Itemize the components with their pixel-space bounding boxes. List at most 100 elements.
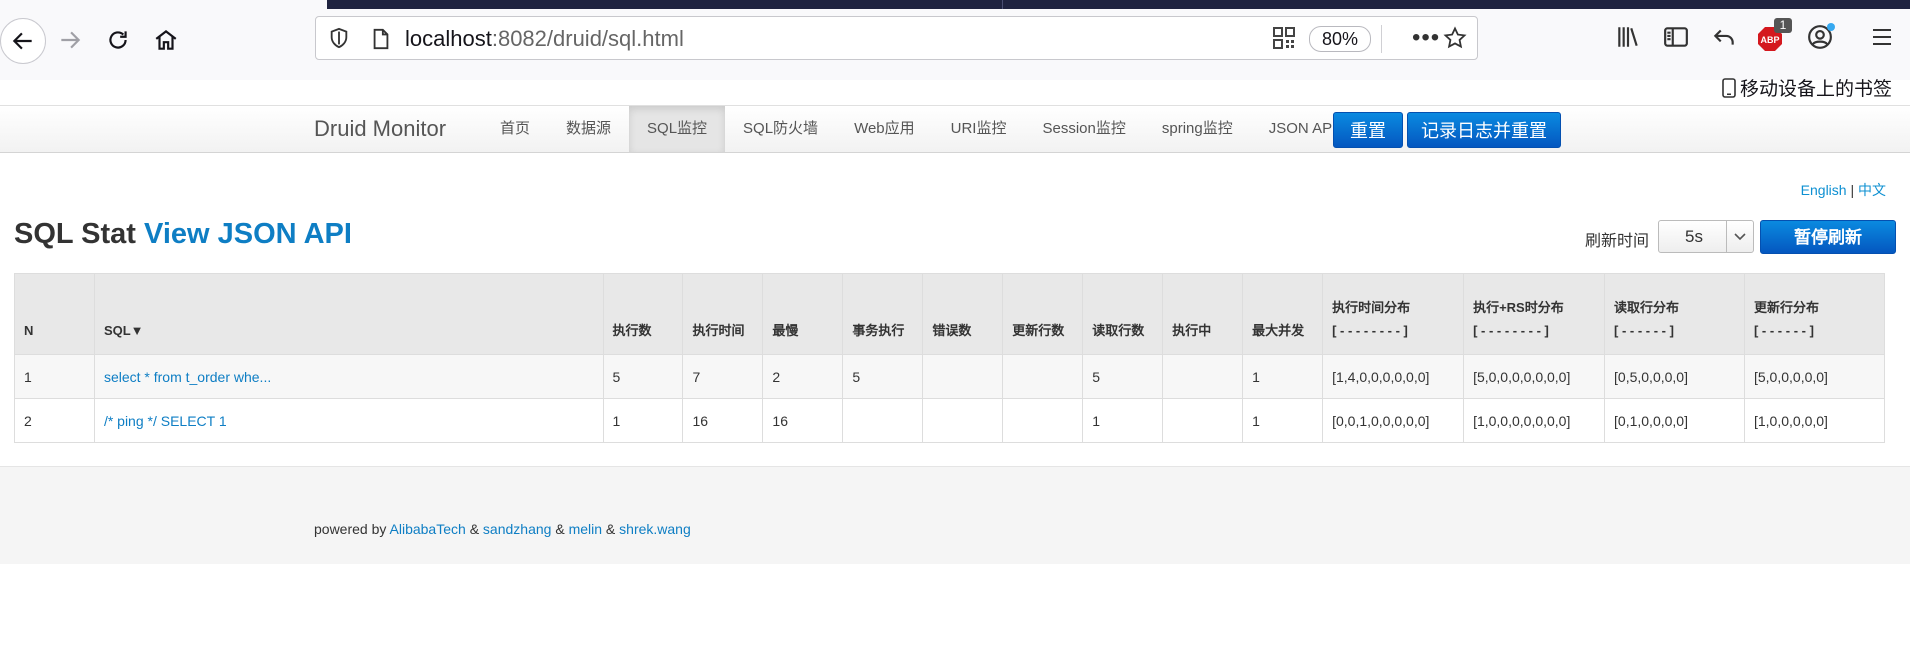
address-bar[interactable]: localhost:8082/druid/sql.html 80% ••• <box>315 16 1478 60</box>
col-header-update-rows[interactable]: 更新行数 <box>1002 273 1084 355</box>
zoom-level[interactable]: 80% <box>1309 26 1371 52</box>
cell-sql-link[interactable]: /* ping */ SELECT 1 <box>93 398 604 443</box>
cell-exec-time: 16 <box>682 398 764 443</box>
forward-button[interactable] <box>48 18 92 62</box>
dist-header-title: 执行+RS时分布 <box>1473 300 1564 315</box>
cell-update-row-dist: [5,0,0,0,0,0] <box>1743 354 1886 399</box>
cell-exec-time-dist: [1,4,0,0,0,0,0,0] <box>1322 354 1465 399</box>
lang-chinese-link[interactable]: 中文 <box>1858 182 1886 198</box>
shield-icon[interactable] <box>328 27 350 49</box>
pause-refresh-button[interactable]: 暂停刷新 <box>1760 220 1896 254</box>
refresh-interval-value: 5s <box>1685 227 1703 246</box>
lang-english-link[interactable]: English <box>1801 182 1847 198</box>
col-header-exec-time[interactable]: 执行时间 <box>682 273 764 355</box>
star-icon[interactable] <box>1443 26 1467 50</box>
qr-code-icon[interactable] <box>1272 26 1296 50</box>
refresh-interval-select[interactable]: 5s <box>1658 220 1754 253</box>
col-header-max-concurrent[interactable]: 最大并发 <box>1242 273 1324 355</box>
nav-item-sql-monitor[interactable]: SQL监控 <box>629 106 726 152</box>
urlbar-separator <box>1381 25 1382 53</box>
col-header-exec-time-dist[interactable]: 执行时间分布 [ - - - - - - - - ] <box>1322 273 1465 355</box>
cell-read-row-dist: [0,5,0,0,0,0] <box>1604 354 1745 399</box>
reload-icon <box>109 31 127 49</box>
cell-update-row-dist: [1,0,0,0,0,0] <box>1743 398 1886 443</box>
col-header-tx-exec[interactable]: 事务执行 <box>842 273 924 355</box>
cell-running <box>1162 354 1244 399</box>
arrow-left-icon <box>12 32 32 50</box>
footer-credits: powered by AlibabaTech & sandzhang & mel… <box>314 521 691 537</box>
hamburger-menu-icon[interactable] <box>1870 24 1894 50</box>
cell-slowest: 16 <box>762 398 844 443</box>
cell-slowest: 2 <box>762 354 844 399</box>
footer-amp: & <box>555 521 565 537</box>
col-header-slowest[interactable]: 最慢 <box>762 273 844 355</box>
back-button[interactable] <box>0 18 46 64</box>
nav-item-web-app[interactable]: Web应用 <box>836 106 933 152</box>
home-button[interactable] <box>144 18 188 62</box>
druid-navbar: Druid Monitor 首页 数据源 SQL监控 SQL防火墙 Web应用 … <box>0 105 1910 153</box>
url-text[interactable]: localhost:8082/druid/sql.html <box>405 26 684 52</box>
page-icon[interactable] <box>370 27 392 51</box>
footer-amp: & <box>605 521 616 537</box>
col-header-update-row-dist[interactable]: 更新行分布 [ - - - - - - ] <box>1743 273 1886 355</box>
account-notification-dot <box>1827 23 1835 31</box>
cell-exec-rs-dist: [5,0,0,0,0,0,0,0] <box>1463 354 1606 399</box>
log-and-reset-button[interactable]: 记录日志并重置 <box>1407 112 1561 148</box>
nav-item-uri-monitor[interactable]: URI监控 <box>933 106 1025 152</box>
footer-link-alibabatech[interactable]: AlibabaTech <box>390 521 466 537</box>
footer-link-melin[interactable]: melin <box>569 521 602 537</box>
view-json-api-link[interactable]: View JSON API <box>144 218 352 250</box>
cell-sql-link[interactable]: select * from t_order whe... <box>93 354 604 399</box>
nav-item-datasource[interactable]: 数据源 <box>548 106 629 152</box>
dist-header-sub: [ - - - - - - - - ] <box>1473 323 1549 338</box>
col-header-read-row-dist[interactable]: 读取行分布 [ - - - - - - ] <box>1604 273 1745 355</box>
lang-separator: | <box>1850 182 1855 198</box>
select-arrow[interactable] <box>1726 221 1753 252</box>
dist-header-sub: [ - - - - - - ] <box>1753 323 1814 338</box>
mobile-bookmarks[interactable]: 移动设备上的书签 <box>1722 74 1892 101</box>
footer-powered-by: powered by <box>314 521 387 537</box>
page-footer: powered by AlibabaTech & sandzhang & mel… <box>0 466 1910 564</box>
footer-link-sandzhang[interactable]: sandzhang <box>483 521 552 537</box>
cell-exec-rs-dist: [1,0,0,0,0,0,0,0] <box>1463 398 1606 443</box>
undo-share-icon[interactable] <box>1711 24 1737 50</box>
library-icon[interactable] <box>1615 24 1641 50</box>
nav-item-home[interactable]: 首页 <box>482 106 548 152</box>
refresh-interval-label: 刷新时间 <box>1585 233 1650 250</box>
browser-toolbar: localhost:8082/druid/sql.html 80% ••• AB… <box>0 0 1910 80</box>
col-header-exec-rs-dist[interactable]: 执行+RS时分布 [ - - - - - - - - ] <box>1463 273 1606 355</box>
col-header-exec-count[interactable]: 执行数 <box>602 273 684 355</box>
footer-link-shrek-wang[interactable]: shrek.wang <box>619 521 691 537</box>
chevron-down-icon <box>1734 232 1746 240</box>
reset-button[interactable]: 重置 <box>1333 112 1403 148</box>
cell-n: 2 <box>14 398 95 443</box>
col-header-sql[interactable]: SQL▼ <box>93 273 604 355</box>
cell-n: 1 <box>14 354 95 399</box>
cell-read-row-dist: [0,1,0,0,0,0] <box>1604 398 1745 443</box>
reload-button[interactable] <box>96 18 140 62</box>
brand-title[interactable]: Druid Monitor <box>314 116 446 142</box>
footer-amp: & <box>469 521 480 537</box>
page-title: SQL Stat View JSON API <box>14 218 352 251</box>
mobile-device-icon <box>1722 77 1736 98</box>
page-actions-menu[interactable]: ••• <box>1412 24 1440 52</box>
nav-item-sql-firewall[interactable]: SQL防火墙 <box>725 106 836 152</box>
arrow-right-icon <box>61 31 81 49</box>
dist-header-sub: [ - - - - - - - - ] <box>1332 323 1408 338</box>
table-header-row: N SQL▼ 执行数 执行时间 最慢 事务执行 错误数 更新行数 读取行数 执行… <box>14 273 1886 355</box>
dist-header-title: 读取行分布 <box>1614 300 1680 315</box>
cell-update-rows <box>1002 354 1084 399</box>
col-header-n[interactable]: N <box>14 273 95 355</box>
dist-header-sub: [ - - - - - - ] <box>1614 323 1674 338</box>
col-header-error-count[interactable]: 错误数 <box>922 273 1004 355</box>
col-header-read-rows[interactable]: 读取行数 <box>1082 273 1164 355</box>
nav-item-spring-monitor[interactable]: spring监控 <box>1144 106 1251 152</box>
nav-item-session-monitor[interactable]: Session监控 <box>1024 106 1143 152</box>
cell-max-concurrent: 1 <box>1242 354 1324 399</box>
cell-tx-exec <box>842 398 924 443</box>
mobile-bookmarks-label: 移动设备上的书签 <box>1739 79 1892 100</box>
language-switch: English | 中文 <box>1801 180 1886 200</box>
col-header-running[interactable]: 执行中 <box>1162 273 1244 355</box>
sidebar-icon[interactable] <box>1663 24 1689 50</box>
table-row: 2 /* ping */ SELECT 1 1 16 16 1 1 [0,0,1… <box>14 398 1886 443</box>
